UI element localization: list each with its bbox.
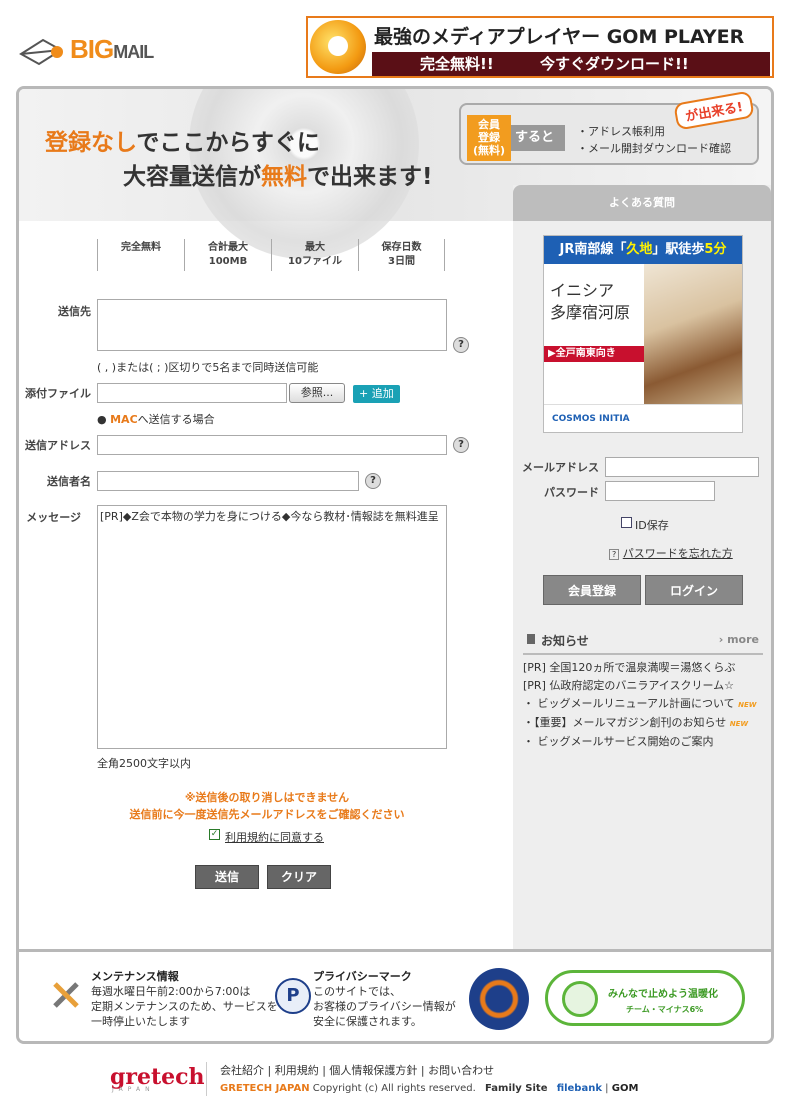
banner-line2: 大容量送信が無料で出来ます!: [123, 164, 433, 190]
agree-terms-link[interactable]: 利用規約に同意する: [225, 829, 324, 845]
notice-list: [PR] 全国120ヵ所で温泉満喫＝湯悠くらぶ [PR] 仏政府認定のバニラアイ…: [523, 659, 757, 751]
mac-link[interactable]: ● MACへ送信する場合: [97, 411, 215, 427]
privacy-title: プライバシーマーク: [313, 970, 412, 983]
from-label: 送信アドレス: [25, 439, 91, 452]
send-button[interactable]: 送信: [195, 865, 259, 889]
login-mail-input[interactable]: [605, 457, 759, 477]
register-promo[interactable]: 会員 登録 (無料) すると ・アドレス帳利用 ・メール開封ダウンロード確認 が出来る…: [459, 90, 759, 165]
ad-brand: COSMOS INITIA: [544, 404, 742, 432]
ad-left: イニシア 多摩宿河原 ▶全戸南東向き: [544, 264, 644, 404]
clear-button[interactable]: クリア: [267, 865, 331, 889]
new-badge: NEW: [729, 720, 749, 728]
forgot-password-link[interactable]: ? パスワードを忘れた方: [609, 545, 733, 561]
copyright: GRETECH JAPAN Copyright (c) All rights r…: [220, 1083, 639, 1094]
maintenance-text: 毎週水曜日午前2:00から7:00は 定期メンテナンスのため、サービスを 一時停止い…: [91, 985, 278, 1028]
team-minus6-banner[interactable]: みんなで止めよう温暖化 チーム・マイナス6%: [545, 970, 745, 1026]
login-pass-label: パスワード: [544, 486, 599, 499]
help-icon[interactable]: ?: [453, 437, 469, 453]
to-textarea[interactable]: [97, 299, 447, 351]
main-frame: 登録なしでここからすぐに 大容量送信が無料で出来ます! 会員 登録 (無料) すると…: [16, 86, 774, 1044]
message-label: メッセージ: [26, 511, 81, 524]
ad-red-label: ▶全戸南東向き: [544, 346, 644, 362]
register-benefits: ・アドレス帳利用 ・メール開封ダウンロード確認: [577, 125, 731, 155]
agree-checkbox[interactable]: ✓: [209, 829, 220, 840]
arrow-label: すると: [511, 125, 565, 151]
stat-item: 完全無料: [97, 239, 184, 271]
logo-text[interactable]: BIGMAIL: [70, 34, 154, 65]
add-file-button[interactable]: + 追加: [353, 385, 400, 403]
more-link[interactable]: › more: [719, 633, 759, 646]
save-id-label: ID保存: [635, 519, 669, 532]
message-limit: 全角2500文字以内: [97, 757, 191, 770]
warning-text: ※送信後の取り消しはできません 送信前に今一度送信先メールアドレスをご確認ください: [129, 791, 405, 821]
footer-links[interactable]: 会社紹介 | 利用規約 | 個人情報保護方針 | お問い合わせ: [220, 1062, 494, 1078]
gretech-logo-sub: JAPAN: [112, 1086, 155, 1093]
file-input[interactable]: [97, 383, 287, 403]
notice-item[interactable]: ・【重要】メールマガジン創刊のお知らせ NEW: [523, 714, 757, 733]
attach-label: 添付ファイル: [25, 387, 91, 400]
apple-icon: ●: [97, 413, 107, 426]
to-label: 送信先: [58, 305, 91, 318]
privacy-mark-icon[interactable]: P: [275, 978, 311, 1014]
filebank-link[interactable]: filebank: [557, 1083, 602, 1094]
login-mail-label: メールアドレス: [522, 461, 599, 474]
help-icon[interactable]: ?: [453, 337, 469, 353]
globe-icon: [562, 981, 598, 1017]
notice-item[interactable]: [PR] 仏政府認定のバニラアイスクリーム☆: [523, 677, 757, 695]
bullet-icon: [527, 634, 535, 644]
save-id-checkbox[interactable]: [621, 517, 632, 528]
gom-logo-icon: [310, 20, 366, 74]
to-hint: ( , )または( ; )区切りで5名まで同時送信可能: [97, 361, 319, 374]
register-button[interactable]: 会員登録: [543, 575, 641, 605]
message-textarea[interactable]: [PR]◆Z会で本物の学力を身につける◆今なら教材･情報誌を無料進呈: [97, 505, 447, 749]
ad-banner: 完全無料!! 今すぐダウンロード!!: [372, 52, 770, 76]
divider: [206, 1062, 207, 1096]
emblem-icon[interactable]: [469, 968, 529, 1030]
cosmos-initia-ad[interactable]: JR南部線「久地」駅徒歩5分 イニシア 多摩宿河原 ▶全戸南東向き COSMOS …: [543, 235, 743, 433]
maintenance-title: メンテナンス情報: [91, 970, 179, 983]
help-icon[interactable]: ?: [365, 473, 381, 489]
info-bar: メンテナンス情報 毎週水曜日午前2:00から7:00は 定期メンテナンスのため、サ…: [19, 949, 771, 1041]
sender-name-input[interactable]: [97, 471, 359, 491]
login-button[interactable]: ログイン: [645, 575, 743, 605]
bigmail-logo-icon[interactable]: [16, 30, 68, 70]
question-icon: ?: [609, 549, 620, 560]
notice-item[interactable]: [PR] 全国120ヵ所で温泉満喫＝湯悠くらぶ: [523, 659, 757, 677]
from-address-input[interactable]: [97, 435, 447, 455]
stat-item: 最大 10ファイル: [271, 239, 358, 271]
register-free-tag: 会員 登録 (無料): [467, 115, 511, 161]
stat-item: 合計最大 100MB: [184, 239, 271, 271]
sidebar: よくある質問 JR南部線「久地」駅徒歩5分 イニシア 多摩宿河原 ▶全戸南東向き …: [513, 185, 771, 953]
family-site-label: Family Site: [485, 1083, 548, 1094]
stat-item: 保存日数 3日間: [358, 239, 445, 271]
notice-header: お知らせ › more: [523, 625, 763, 655]
faq-tab[interactable]: よくある質問: [513, 185, 771, 221]
new-badge: NEW: [738, 701, 757, 709]
notice-item[interactable]: ・ ビッグメールリニューアル計画について NEW: [523, 695, 757, 714]
login-pass-input[interactable]: [605, 481, 715, 501]
ad-title: 最強のメディアプレイヤー GOM PLAYER: [374, 26, 745, 48]
tools-icon: [53, 982, 79, 1008]
notice-item[interactable]: ・ ビッグメールサービス開始のご案内: [523, 733, 757, 751]
sender-label: 送信者名: [47, 475, 91, 488]
ad-headline: JR南部線「久地」駅徒歩5分: [544, 236, 742, 264]
banner-line1: 登録なしでここからすぐに: [45, 130, 320, 156]
ad-photo: [644, 264, 742, 404]
gom-player-ad[interactable]: 最強のメディアプレイヤー GOM PLAYER 完全無料!! 今すぐダウンロード…: [306, 16, 774, 78]
privacy-text: このサイトでは、 お客様のプライバシー情報が 安全に保護されます。: [313, 985, 456, 1028]
gom-link[interactable]: GOM: [612, 1083, 639, 1094]
browse-button[interactable]: 参照...: [289, 383, 345, 403]
